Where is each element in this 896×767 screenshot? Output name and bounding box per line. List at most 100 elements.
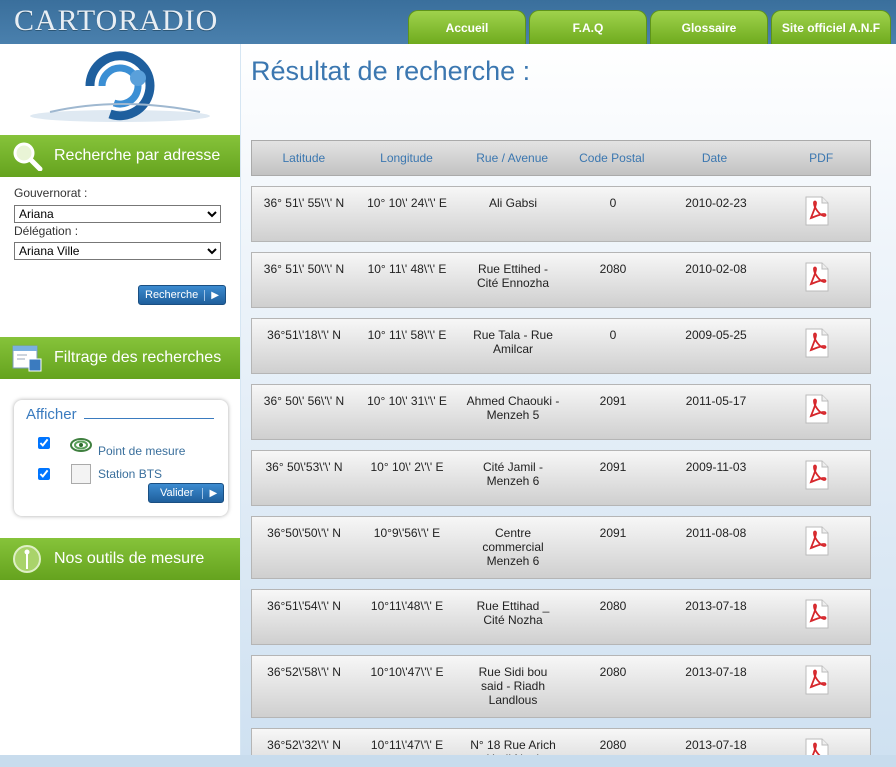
cell-code-postal: 2091 bbox=[599, 460, 627, 474]
recherche-button-label: Recherche bbox=[145, 289, 199, 301]
pdf-icon[interactable] bbox=[804, 526, 832, 556]
cell-date: 2010-02-23 bbox=[685, 196, 747, 210]
cell-rue-line: Rue Ettihed - bbox=[477, 262, 549, 276]
cell-longitude: 10°11\'48\'\' E bbox=[370, 599, 444, 613]
cell-longitude: 10°11\'47\'\' E bbox=[370, 738, 444, 752]
recherche-button[interactable]: Recherche ▶ bbox=[138, 285, 226, 305]
cell-rue: Rue Tala - Rue Amilcar bbox=[458, 328, 568, 356]
nav-tab-site-officiel[interactable]: Site officiel A.N.F bbox=[771, 10, 891, 44]
valider-button-label: Valider bbox=[160, 487, 194, 499]
tools-section-header[interactable]: Nos outils de mesure bbox=[0, 538, 240, 580]
delegation-select[interactable]: Ariana Ville bbox=[14, 242, 221, 260]
afficher-divider bbox=[84, 418, 214, 419]
pdf-icon[interactable] bbox=[804, 665, 832, 695]
filter-section-title: Filtrage des recherches bbox=[54, 349, 222, 366]
pdf-icon[interactable] bbox=[804, 394, 832, 424]
pdf-icon[interactable] bbox=[804, 460, 832, 490]
cell-date: 2009-11-03 bbox=[685, 460, 747, 474]
cell-rue-line: Cité Jamil - bbox=[482, 460, 543, 474]
search-section-header: Recherche par adresse bbox=[0, 135, 240, 177]
nav-tab-glossaire[interactable]: Glossaire bbox=[650, 10, 768, 44]
pdf-icon[interactable] bbox=[804, 599, 832, 629]
nav-tab-accueil[interactable]: Accueil bbox=[408, 10, 526, 44]
cell-rue-line: Amilcar bbox=[492, 342, 533, 356]
cell-rue-line: Ali Gabsi bbox=[488, 196, 538, 210]
site-logo-text[interactable]: CARTORADIO bbox=[14, 4, 218, 38]
station-bts-checkbox[interactable] bbox=[38, 468, 50, 480]
cell-longitude: 10° 10\' 2\'\' E bbox=[370, 460, 444, 474]
filter-window-icon bbox=[10, 342, 44, 374]
cell-rue: Cité Jamil - Menzeh 6 bbox=[458, 460, 568, 488]
cell-latitude: 36°52\'32\'\' N bbox=[267, 738, 341, 752]
cell-date: 2009-05-25 bbox=[685, 328, 747, 342]
antenna-icon bbox=[10, 543, 44, 575]
table-row: 36°52\'58\'\' N 10°10\'47\'\' E Rue Sidi b… bbox=[251, 655, 871, 718]
top-bar: CARTORADIO Accueil F.A.Q Glossaire Site … bbox=[0, 0, 896, 44]
column-header-code-postal: Code Postal bbox=[579, 151, 645, 165]
cell-rue: Rue Sidi bou said - Riadh Landlous bbox=[458, 665, 568, 707]
point-de-mesure-label: Point de mesure bbox=[98, 444, 186, 458]
filter-section-header: Filtrage des recherches bbox=[0, 337, 240, 379]
cell-latitude: 36°51\'54\'\' N bbox=[267, 599, 341, 613]
delegation-label: Délégation : bbox=[14, 224, 79, 238]
cell-rue: Rue Ettihed - Cité Ennozha bbox=[458, 262, 568, 290]
table-row: 36° 51\' 50\'\' N 10° 11\' 48\'\' E Rue Et… bbox=[251, 252, 871, 308]
brand-swirl-icon bbox=[30, 51, 210, 122]
cell-latitude: 36° 51\' 55\'\' N bbox=[263, 196, 345, 210]
gouvernorat-select[interactable]: Ariana bbox=[14, 205, 221, 223]
table-row: 36°51\'54\'\' N 10°11\'48\'\' E Rue Ettiha… bbox=[251, 589, 871, 645]
cell-latitude: 36°50\'50\'\' N bbox=[267, 526, 341, 540]
valider-button[interactable]: Valider ▶ bbox=[148, 483, 225, 503]
cell-code-postal: 0 bbox=[609, 328, 617, 342]
cell-longitude: 10° 11\' 58\'\' E bbox=[367, 328, 447, 342]
column-header-longitude: Longitude bbox=[380, 151, 433, 165]
page-title: Résultat de recherche : bbox=[251, 56, 531, 86]
arrow-right-icon: ▶ bbox=[202, 487, 223, 499]
cell-rue-line: Menzeh 5 bbox=[486, 408, 540, 422]
cell-longitude: 10° 10\' 24\'\' E bbox=[367, 196, 447, 210]
column-header-rue: Rue / Avenue bbox=[476, 151, 549, 165]
cell-rue-line: Landlous bbox=[488, 693, 538, 707]
afficher-panel: Afficher Point de mesure Station BTS Val… bbox=[14, 400, 228, 516]
cell-rue-line: Rue Ettihad _ bbox=[476, 599, 550, 613]
cell-rue-line: Rue Sidi bou bbox=[478, 665, 548, 679]
pdf-icon[interactable] bbox=[804, 328, 832, 358]
cell-rue-line: Ahmed Chaouki - bbox=[466, 394, 560, 408]
search-magnifier-icon bbox=[10, 140, 44, 172]
cell-latitude: 36° 50\'53\'\' N bbox=[265, 460, 343, 474]
cell-rue-line: Menzeh 6 bbox=[486, 474, 540, 488]
pdf-icon[interactable] bbox=[804, 196, 832, 226]
cell-rue-line: Rue Tala - Rue bbox=[473, 328, 553, 342]
point-de-mesure-checkbox[interactable] bbox=[38, 437, 50, 449]
column-header-pdf: PDF bbox=[809, 151, 834, 165]
cell-code-postal: 2091 bbox=[599, 526, 627, 540]
brand-logo bbox=[0, 44, 240, 134]
bottom-strip bbox=[0, 755, 896, 767]
cell-rue-line: commercial bbox=[482, 540, 544, 554]
main-nav: Accueil F.A.Q Glossaire Site officiel A.… bbox=[408, 10, 891, 44]
arrow-right-icon: ▶ bbox=[204, 289, 225, 301]
table-row: 36° 51\' 55\'\' N 10° 10\' 24\'\' E Ali Ga… bbox=[251, 186, 871, 242]
table-row: 36° 50\'53\'\' N 10° 10\' 2\'\' E Cité Jam… bbox=[251, 450, 871, 506]
cell-rue-line: Centre bbox=[494, 526, 532, 540]
cell-longitude: 10° 10\' 31\'\' E bbox=[367, 394, 447, 408]
cell-code-postal: 2080 bbox=[599, 665, 627, 679]
cell-code-postal: 2080 bbox=[599, 599, 627, 613]
cell-rue: Centre commercial Menzeh 6 bbox=[458, 526, 568, 568]
cell-date: 2013-07-18 bbox=[685, 599, 747, 613]
main-content: Résultat de recherche : Latitude Longitu… bbox=[241, 44, 896, 767]
cell-rue: Ali Gabsi bbox=[458, 196, 568, 210]
afficher-title: Afficher bbox=[26, 406, 77, 423]
pdf-icon[interactable] bbox=[804, 262, 832, 292]
station-bts-icon bbox=[71, 464, 91, 484]
cell-code-postal: 0 bbox=[609, 196, 617, 210]
cell-date: 2013-07-18 bbox=[685, 665, 747, 679]
cell-rue-line: N° 18 Rue Arich bbox=[470, 738, 556, 752]
cell-rue: Ahmed Chaouki - Menzeh 5 bbox=[458, 394, 568, 422]
tools-section-title: Nos outils de mesure bbox=[54, 550, 205, 567]
station-bts-label: Station BTS bbox=[98, 467, 163, 481]
search-section-title: Recherche par adresse bbox=[54, 147, 221, 164]
nav-tab-faq[interactable]: F.A.Q bbox=[529, 10, 647, 44]
column-header-date: Date bbox=[701, 151, 728, 165]
gouvernorat-label: Gouvernorat : bbox=[14, 186, 88, 200]
